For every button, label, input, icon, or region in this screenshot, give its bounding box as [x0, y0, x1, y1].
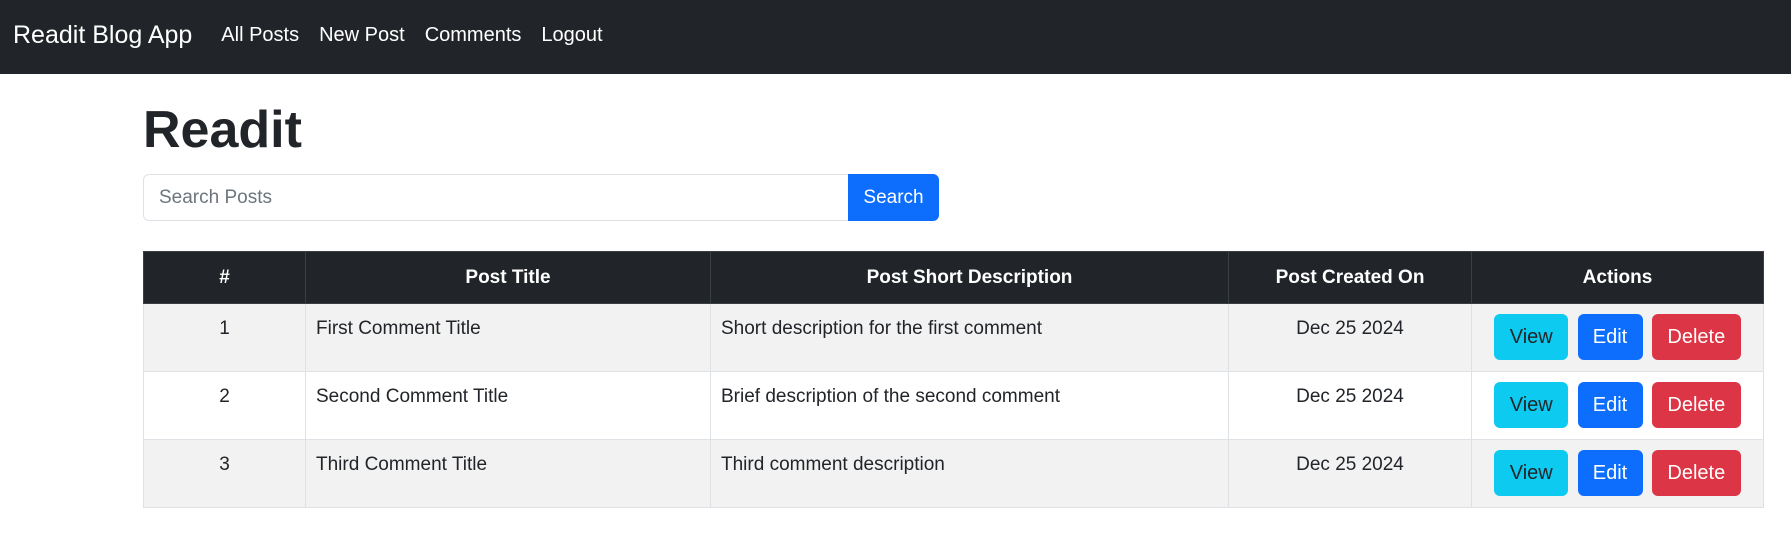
search-input[interactable]: [143, 174, 848, 221]
cell-short-description: Brief description of the second comment: [710, 371, 1229, 440]
cell-short-description: Third comment description: [710, 439, 1229, 508]
cell-actions: View Edit Delete: [1471, 371, 1764, 440]
cell-post-title: Third Comment Title: [305, 439, 711, 508]
column-header-post-title: Post Title: [305, 251, 711, 304]
edit-button[interactable]: Edit: [1577, 382, 1643, 428]
delete-button[interactable]: Delete: [1651, 382, 1741, 428]
delete-button[interactable]: Delete: [1651, 450, 1741, 496]
cell-actions: View Edit Delete: [1471, 439, 1764, 508]
table-header-row: # Post Title Post Short Description Post…: [143, 251, 1764, 304]
cell-post-title: Second Comment Title: [305, 371, 711, 440]
view-button[interactable]: View: [1494, 382, 1569, 428]
cell-actions: View Edit Delete: [1471, 303, 1764, 372]
edit-button[interactable]: Edit: [1577, 314, 1643, 360]
delete-button[interactable]: Delete: [1651, 314, 1741, 360]
table-row: 3 Third Comment Title Third comment desc…: [143, 439, 1764, 508]
view-button[interactable]: View: [1494, 450, 1569, 496]
column-header-number: #: [143, 251, 306, 304]
table-row: 1 First Comment Title Short description …: [143, 303, 1764, 372]
cell-created-on: Dec 25 2024: [1228, 303, 1472, 372]
navbar: Readit Blog App All Posts New Post Comme…: [0, 0, 1791, 74]
cell-created-on: Dec 25 2024: [1228, 439, 1472, 508]
cell-number: 1: [143, 303, 306, 372]
nav-link-comments[interactable]: Comments: [425, 24, 522, 47]
brand-link[interactable]: Readit Blog App: [13, 21, 192, 50]
cell-post-title: First Comment Title: [305, 303, 711, 372]
column-header-created-on: Post Created On: [1228, 251, 1472, 304]
column-header-short-description: Post Short Description: [710, 251, 1229, 304]
cell-created-on: Dec 25 2024: [1228, 371, 1472, 440]
nav-link-new-post[interactable]: New Post: [319, 24, 405, 47]
edit-button[interactable]: Edit: [1577, 450, 1643, 496]
nav-link-all-posts[interactable]: All Posts: [221, 24, 299, 47]
view-button[interactable]: View: [1494, 314, 1569, 360]
cell-number: 3: [143, 439, 306, 508]
table-row: 2 Second Comment Title Brief description…: [143, 371, 1764, 440]
column-header-actions: Actions: [1471, 251, 1764, 304]
nav-link-logout[interactable]: Logout: [541, 24, 602, 47]
search-form: Search: [143, 174, 939, 221]
search-button[interactable]: Search: [848, 174, 939, 221]
posts-table: # Post Title Post Short Description Post…: [143, 251, 1764, 508]
cell-short-description: Short description for the first comment: [710, 303, 1229, 372]
cell-number: 2: [143, 371, 306, 440]
page-title: Readit: [143, 101, 302, 159]
